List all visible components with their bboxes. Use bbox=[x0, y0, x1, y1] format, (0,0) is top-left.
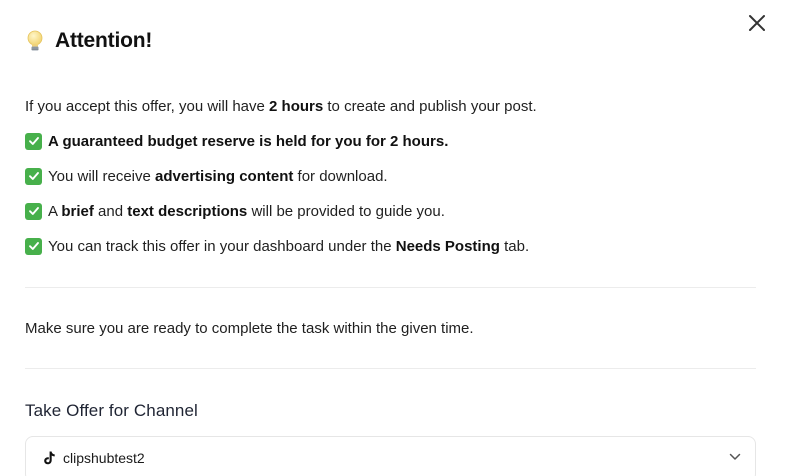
bullet-item: You can track this offer in your dashboa… bbox=[25, 236, 529, 256]
intro-text-part: to create and publish your post. bbox=[323, 97, 537, 115]
bullet-item: A brief and text descriptions will be pr… bbox=[25, 201, 445, 221]
channel-selected-value: clipshubtest2 bbox=[63, 450, 145, 466]
note-text: Make sure you are ready to complete the … bbox=[25, 318, 474, 338]
check-icon bbox=[25, 132, 42, 150]
bullet-text: You can track this offer in your dashboa… bbox=[48, 237, 396, 255]
attention-dialog: Attention! If you accept this offer, you… bbox=[0, 0, 789, 476]
bullet-item: You will receive advertising content for… bbox=[25, 166, 388, 186]
intro-text: If you accept this offer, you will have … bbox=[25, 96, 537, 116]
bullet-item: A guaranteed budget reserve is held for … bbox=[25, 131, 448, 151]
bullet-text: A bbox=[48, 202, 62, 220]
bullet-text: tab. bbox=[499, 237, 530, 255]
tiktok-icon bbox=[44, 451, 55, 465]
check-icon bbox=[25, 167, 42, 185]
dialog-header: Attention! bbox=[25, 28, 152, 54]
bullet-highlight: brief bbox=[61, 202, 94, 220]
bullet-text: You will receive bbox=[48, 167, 155, 185]
close-icon[interactable] bbox=[745, 11, 769, 35]
divider bbox=[25, 287, 756, 288]
note-text-content: Make sure you are ready to complete the … bbox=[25, 319, 474, 337]
chevron-down-icon[interactable] bbox=[729, 453, 741, 461]
check-icon bbox=[25, 202, 42, 220]
channel-select[interactable]: clipshubtest2 bbox=[25, 436, 756, 476]
bullet-text: A guaranteed budget reserve is held for … bbox=[48, 132, 449, 150]
channel-label: Take Offer for Channel bbox=[25, 401, 198, 420]
dialog-title: Attention! bbox=[55, 29, 153, 52]
intro-text-part: If you accept this offer, you will have bbox=[25, 97, 270, 115]
intro-highlight: 2 hours bbox=[269, 97, 324, 115]
check-icon bbox=[25, 237, 42, 255]
bullet-highlight: advertising content bbox=[155, 167, 294, 185]
bullet-highlight: Needs Posting bbox=[395, 237, 500, 255]
bullet-text: for download. bbox=[293, 167, 388, 185]
divider bbox=[25, 368, 756, 369]
lightbulb-icon bbox=[27, 30, 43, 51]
bullet-highlight: text descriptions bbox=[127, 202, 248, 220]
bullet-text: will be provided to guide you. bbox=[247, 202, 445, 220]
bullet-text: and bbox=[93, 202, 128, 220]
